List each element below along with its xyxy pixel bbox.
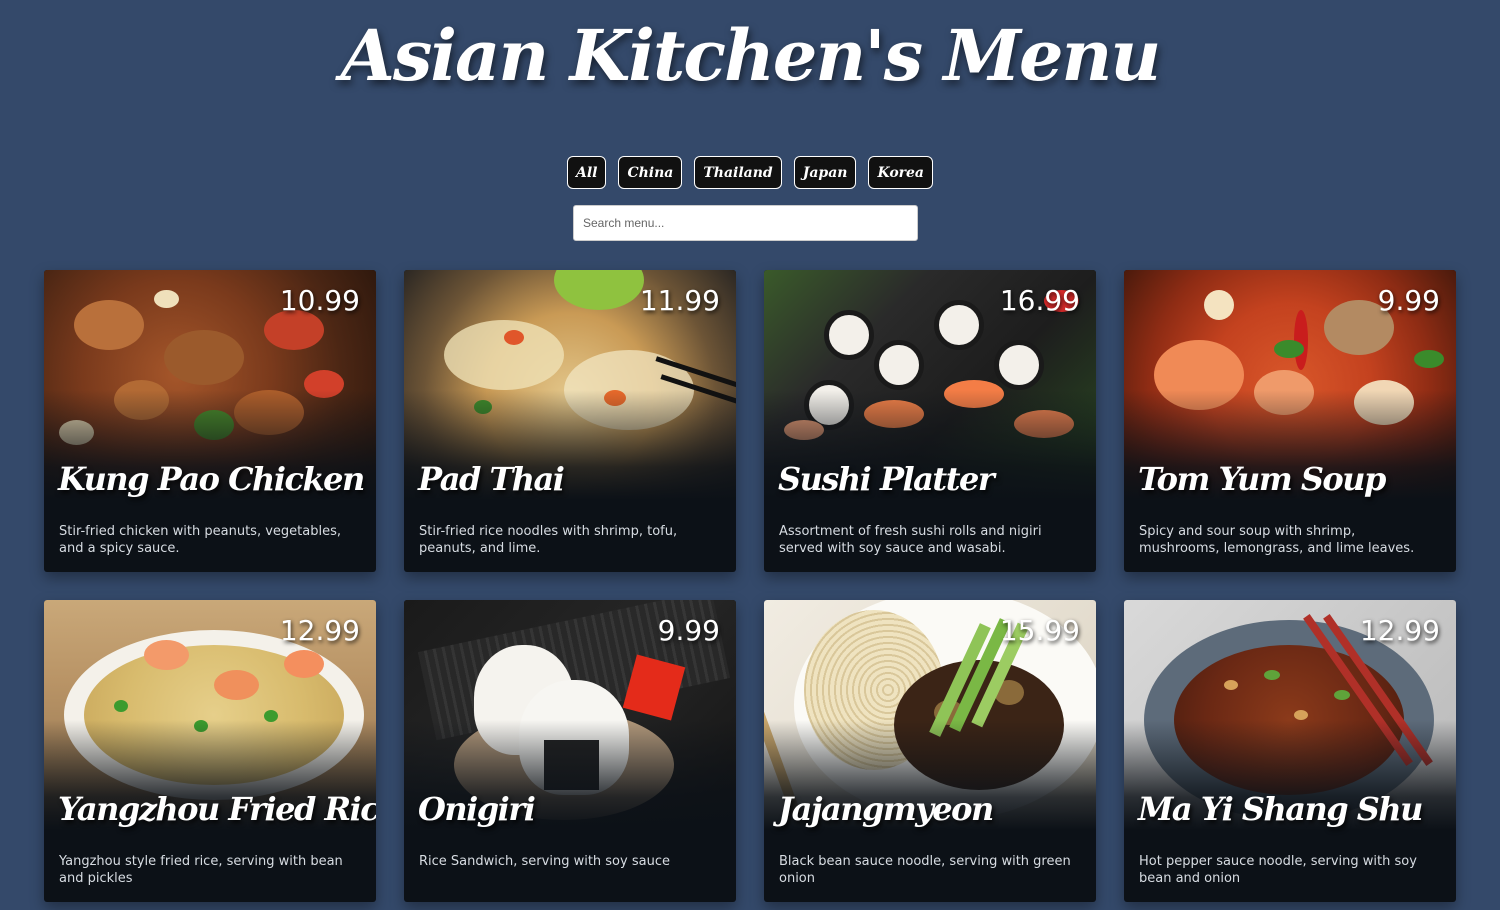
menu-card-onigiri[interactable]: 9.99 Onigiri Rice Sandwich, serving with… [404, 600, 736, 902]
menu-grid: 10.99 Kung Pao Chicken Stir-fried chicke… [44, 270, 1456, 902]
price-label: 10.99 [279, 284, 360, 317]
dish-name: Yangzhou Fried Rice [58, 790, 376, 828]
price-label: 12.99 [279, 614, 360, 647]
menu-page: Asian Kitchen's Menu All China Thailand … [0, 0, 1500, 910]
price-label: 16.99 [999, 284, 1080, 317]
dish-description: Stir-fried chicken with peanuts, vegetab… [59, 524, 341, 556]
dish-description: Assortment of fresh sushi rolls and nigi… [779, 524, 1042, 556]
price-label: 11.99 [639, 284, 720, 317]
filter-thailand-button[interactable]: Thailand [694, 156, 782, 189]
menu-card-yangzhou-fried-rice[interactable]: 12.99 Yangzhou Fried Rice Yangzhou style… [44, 600, 376, 902]
dish-name: Tom Yum Soup [1138, 460, 1386, 498]
dish-name: Sushi Platter [778, 460, 995, 498]
filter-korea-button[interactable]: Korea [868, 156, 934, 189]
dish-name: Onigiri [418, 790, 536, 828]
filter-all-button[interactable]: All [566, 156, 607, 189]
filter-japan-button[interactable]: Japan [793, 156, 857, 189]
price-label: 15.99 [999, 614, 1080, 647]
menu-card-tom-yum-soup[interactable]: 9.99 Tom Yum Soup Spicy and sour soup wi… [1124, 270, 1456, 572]
price-label: 9.99 [657, 614, 720, 647]
price-label: 9.99 [1377, 284, 1440, 317]
price-label: 12.99 [1359, 614, 1440, 647]
filter-china-button[interactable]: China [618, 156, 683, 189]
menu-card-ma-yi-shang-shu[interactable]: 12.99 Ma Yi Shang Shu Hot pepper sauce n… [1124, 600, 1456, 902]
dish-name: Kung Pao Chicken [58, 460, 365, 498]
menu-card-jajangmyeon[interactable]: 15.99 Jajangmyeon Black bean sauce noodl… [764, 600, 1096, 902]
dish-description: Spicy and sour soup with shrimp, mushroo… [1139, 524, 1415, 556]
category-filter-bar: All China Thailand Japan Korea [0, 156, 1500, 189]
search-input[interactable] [573, 205, 918, 241]
page-title: Asian Kitchen's Menu [340, 14, 1162, 97]
menu-card-sushi-platter[interactable]: 16.99 Sushi Platter Assortment of fresh … [764, 270, 1096, 572]
dish-description: Rice Sandwich, serving with soy sauce [419, 854, 670, 869]
menu-card-kung-pao-chicken[interactable]: 10.99 Kung Pao Chicken Stir-fried chicke… [44, 270, 376, 572]
dish-description: Hot pepper sauce noodle, serving with so… [1139, 854, 1417, 886]
dish-name: Ma Yi Shang Shu [1138, 790, 1423, 828]
dish-description: Stir-fried rice noodles with shrimp, tof… [419, 524, 678, 556]
dish-name: Jajangmyeon [778, 790, 994, 828]
dish-description: Black bean sauce noodle, serving with gr… [779, 854, 1071, 886]
menu-card-pad-thai[interactable]: 11.99 Pad Thai Stir-fried rice noodles w… [404, 270, 736, 572]
dish-name: Pad Thai [418, 460, 565, 498]
dish-description: Yangzhou style fried rice, serving with … [59, 854, 343, 886]
